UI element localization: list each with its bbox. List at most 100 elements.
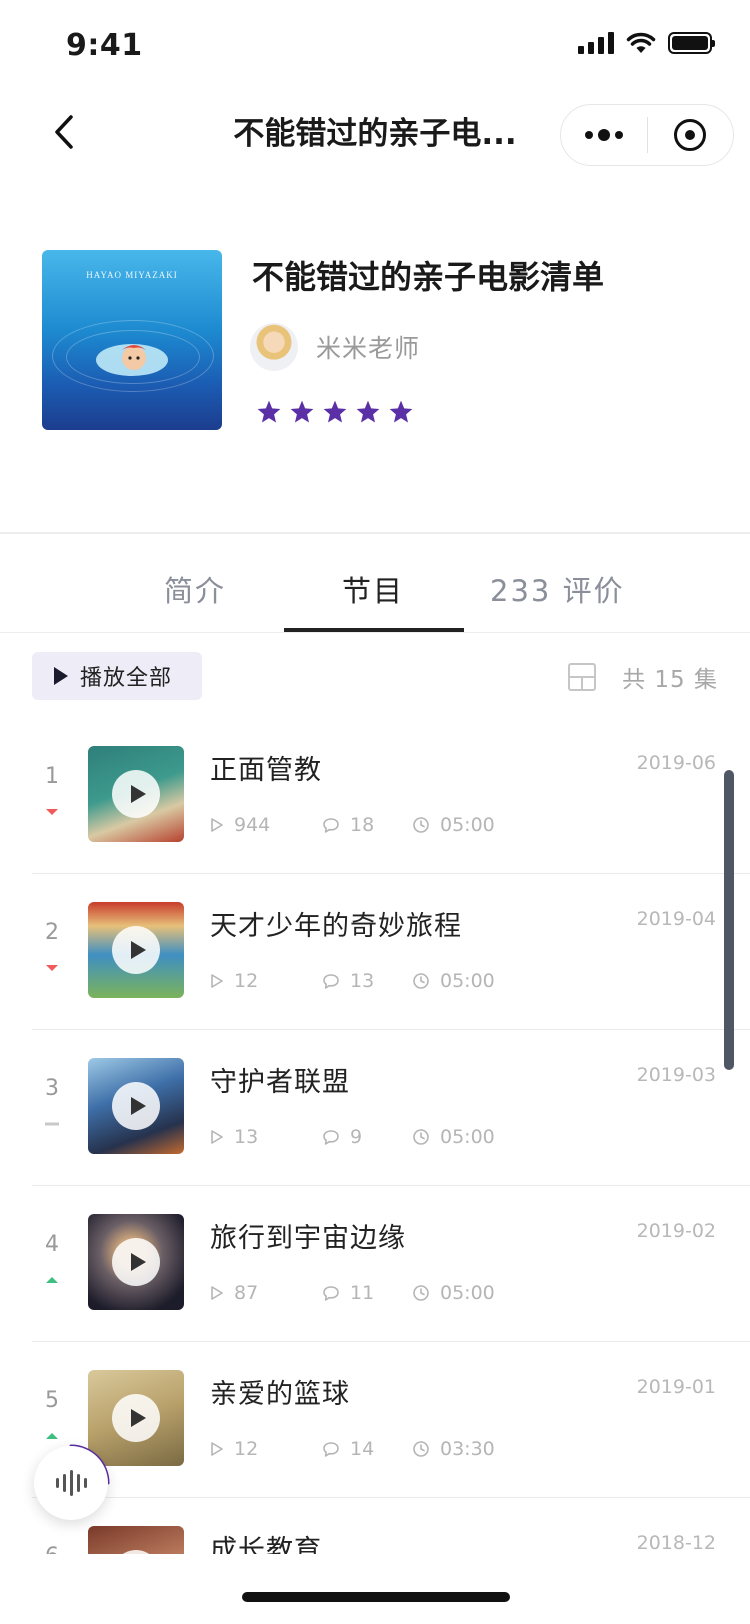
play-count-value: 12 (234, 1438, 259, 1460)
clock-icon (413, 1285, 429, 1301)
episode-date: 2019-02 (636, 1220, 716, 1242)
trend-up-icon (46, 1433, 58, 1439)
duration: 03:30 (412, 1438, 495, 1460)
comment-icon (323, 1129, 339, 1145)
audio-player-button[interactable] (34, 1446, 108, 1520)
duration: 05:00 (412, 970, 495, 992)
clock-icon (413, 1129, 429, 1145)
duration-value: 05:00 (440, 1126, 495, 1148)
comment-icon (323, 1441, 339, 1457)
play-icon (54, 667, 68, 685)
trend-down-icon (46, 809, 58, 815)
comment-icon (323, 1285, 339, 1301)
episode-row[interactable]: 6 成长教育 2018-12 (0, 1498, 750, 1554)
more-dots-icon (584, 129, 623, 141)
episode-thumbnail[interactable] (88, 746, 184, 842)
episode-list: 1 正面管教 2019-06 944 18 05:00 2 天才少年的奇妙旅程 … (0, 718, 750, 1554)
episode-title: 守护者联盟 (210, 1067, 350, 1098)
more-button[interactable] (561, 105, 647, 165)
play-all-label: 播放全部 (80, 666, 173, 691)
duration-value: 03:30 (440, 1438, 495, 1460)
tab-bar: 简介 节目 233 评价 (0, 560, 750, 632)
play-outline-icon (211, 1286, 223, 1300)
close-program-button[interactable] (648, 105, 734, 165)
clock-icon (413, 1441, 429, 1457)
tab-episodes[interactable]: 节目 (342, 568, 404, 610)
play-count: 87 (210, 1282, 322, 1304)
cover-artwork (96, 344, 168, 376)
episode-thumbnail[interactable] (88, 902, 184, 998)
play-outline-icon (211, 1442, 223, 1456)
episode-title: 正面管教 (210, 755, 322, 786)
back-button[interactable] (44, 112, 84, 152)
episode-thumbnail[interactable] (88, 1526, 184, 1554)
episode-meta: 87 11 05:00 (210, 1282, 495, 1304)
episode-row[interactable]: 3 守护者联盟 2019-03 13 9 05:00 (0, 1030, 750, 1186)
album-title: 不能错过的亲子电影清单 (252, 258, 605, 296)
play-icon (112, 926, 160, 974)
episode-rank: 2 (45, 920, 59, 945)
episode-meta: 13 9 05:00 (210, 1126, 495, 1148)
status-time: 9:41 (66, 28, 143, 63)
episode-thumbnail[interactable] (88, 1214, 184, 1310)
trend-up-icon (46, 1277, 58, 1283)
episode-meta: 12 13 05:00 (210, 970, 495, 992)
star-icon (257, 400, 281, 423)
play-count-value: 87 (234, 1282, 259, 1304)
clock-icon (413, 973, 429, 989)
tab-intro[interactable]: 简介 (164, 568, 226, 610)
episode-title: 成长教育 (210, 1535, 322, 1554)
author-name: 米米老师 (316, 334, 421, 363)
audio-wave-icon (55, 1470, 87, 1496)
comment-count-value: 9 (350, 1126, 363, 1148)
cellular-signal-icon (578, 32, 614, 54)
episode-count: 共 15 集 (622, 667, 718, 693)
tab-reviews[interactable]: 233 评价 (490, 568, 625, 610)
trend-same-icon (45, 1122, 59, 1126)
comment-count: 11 (322, 1282, 412, 1304)
scrollbar[interactable] (724, 770, 734, 1070)
episode-row[interactable]: 5 亲爱的篮球 2019-01 12 14 03:30 (0, 1342, 750, 1498)
comment-count: 9 (322, 1126, 412, 1148)
status-bar: 9:41 (0, 0, 750, 88)
target-icon (674, 119, 707, 151)
episode-title: 亲爱的篮球 (210, 1379, 350, 1410)
star-icon (389, 400, 413, 423)
rating-stars (256, 399, 414, 425)
play-icon (112, 1550, 160, 1554)
episode-rank: 6 (40, 1544, 64, 1554)
cover-caption: HAYAO MIYAZAKI (86, 270, 178, 280)
layout-grid-icon[interactable] (568, 663, 596, 691)
wifi-icon (626, 32, 656, 53)
star-icon (290, 400, 314, 423)
episode-row[interactable]: 2 天才少年的奇妙旅程 2019-04 12 13 05:00 (0, 874, 750, 1030)
comment-icon (323, 973, 339, 989)
section-divider (0, 532, 750, 534)
trend-down-icon (46, 965, 58, 971)
chevron-left-icon (55, 115, 73, 149)
episode-thumbnail[interactable] (88, 1058, 184, 1154)
play-count: 944 (210, 814, 322, 836)
comment-count-value: 11 (350, 1282, 375, 1304)
comment-count-value: 14 (350, 1438, 375, 1460)
play-outline-icon (211, 974, 223, 988)
episode-date: 2019-03 (636, 1064, 716, 1086)
episode-row[interactable]: 4 旅行到宇宙边缘 2019-02 87 11 05:00 (0, 1186, 750, 1342)
duration-value: 05:00 (440, 970, 495, 992)
episode-rank: 1 (45, 764, 59, 789)
tab-divider (0, 632, 750, 633)
episode-title: 旅行到宇宙边缘 (210, 1223, 406, 1254)
episode-meta: 944 18 05:00 (210, 814, 495, 836)
play-count: 13 (210, 1126, 322, 1148)
duration: 05:00 (412, 1282, 495, 1304)
episode-rank: 4 (45, 1232, 59, 1257)
episode-row[interactable]: 1 正面管教 2019-06 944 18 05:00 (0, 718, 750, 874)
play-count-value: 944 (234, 814, 271, 836)
play-all-button[interactable]: 播放全部 (32, 652, 202, 700)
play-icon (112, 770, 160, 818)
author-info[interactable]: 米米老师 (250, 323, 420, 371)
episode-rank: 5 (45, 1388, 59, 1413)
episode-meta: 12 14 03:30 (210, 1438, 495, 1460)
home-indicator (242, 1592, 510, 1602)
duration-value: 05:00 (440, 814, 495, 836)
